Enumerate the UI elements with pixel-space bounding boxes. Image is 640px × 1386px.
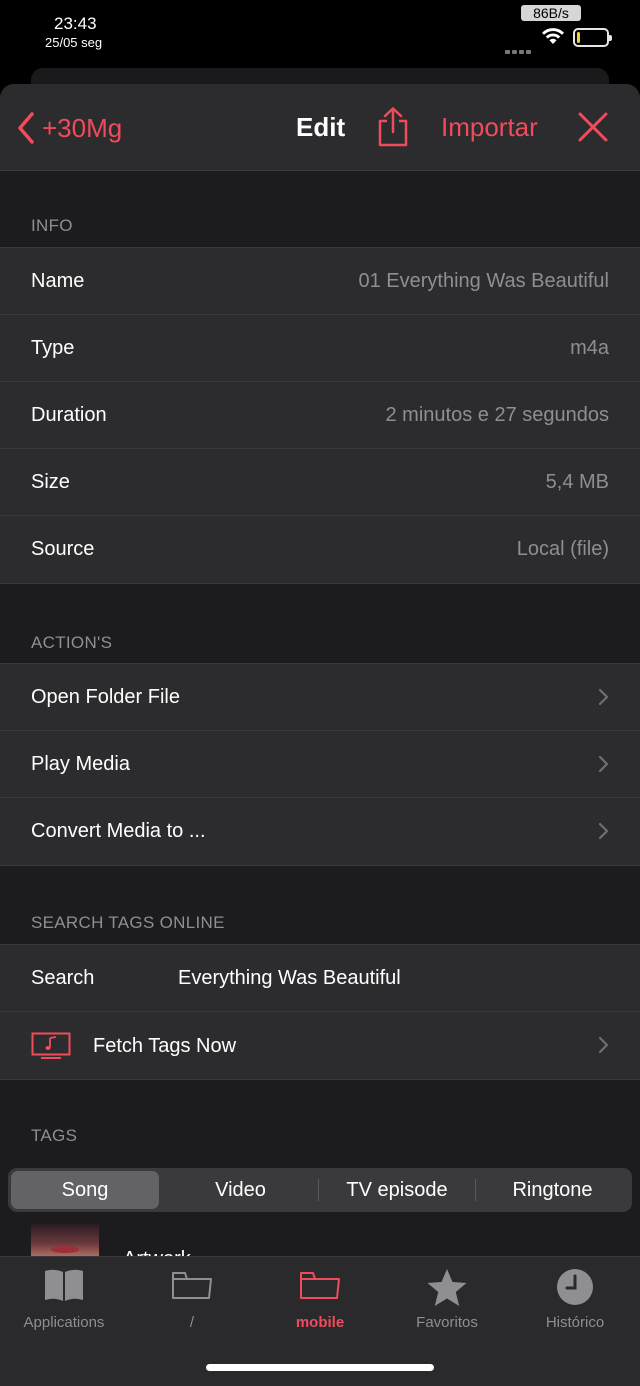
info-row-size: Size 5,4 MB	[0, 449, 640, 516]
signal-icon	[505, 41, 535, 54]
page-title: Edit	[296, 112, 346, 142]
edit-sheet: +30Mg Edit Importar INFO Name 01 Everyth…	[0, 84, 640, 1385]
tab-label: Histórico	[545, 1314, 605, 1331]
info-row-name: Name 01 Everything Was Beautiful	[0, 248, 640, 315]
status-date: 25/05 seg	[45, 35, 103, 50]
chevron-right-icon	[598, 1036, 609, 1054]
action-open-folder-file[interactable]: Open Folder File	[0, 664, 640, 731]
row-value: Local (file)	[516, 538, 609, 560]
action-play-media[interactable]: Play Media	[0, 731, 640, 798]
tab-label: Applications	[23, 1314, 105, 1331]
section-header-info: INFO	[31, 216, 73, 235]
tags-segmented-control: Song Video TV episode Ringtone	[8, 1168, 632, 1212]
row-label: Open Folder File	[31, 686, 180, 708]
share-icon[interactable]	[375, 106, 411, 148]
section-header-actions: ACTION'S	[31, 633, 113, 652]
tab-label: Favoritos	[416, 1314, 478, 1331]
navigation-bar: +30Mg Edit Importar	[0, 84, 640, 171]
chevron-right-icon	[598, 755, 609, 773]
search-tags-group: Search Everything Was Beautiful Fetch Ta…	[0, 944, 640, 1080]
back-button[interactable]: +30Mg	[16, 108, 122, 148]
artwork-row[interactable]: Artwork	[0, 1220, 640, 1270]
segment-tv-episode[interactable]: TV episode	[319, 1168, 475, 1212]
row-label: Source	[31, 538, 95, 560]
wifi-icon	[542, 28, 564, 44]
row-label: Convert Media to ...	[31, 820, 206, 842]
row-label: Type	[31, 337, 75, 359]
home-indicator[interactable]	[206, 1364, 434, 1371]
fetch-tags-label: Fetch Tags Now	[93, 1035, 237, 1057]
info-group: Name 01 Everything Was Beautiful Type m4…	[0, 247, 640, 584]
actions-group: Open Folder File Play Media Convert Medi…	[0, 663, 640, 866]
network-speed-badge: 86B/s	[521, 5, 581, 21]
status-time: 23:43	[54, 14, 97, 33]
row-label: Duration	[31, 404, 107, 426]
row-label: Size	[31, 471, 70, 493]
info-row-source: Source Local (file)	[0, 516, 640, 583]
info-row-duration: Duration 2 minutos e 27 segundos	[0, 382, 640, 449]
tab-label: mobile	[295, 1314, 345, 1331]
status-bar: 23:43 25/05 seg 86B/s	[0, 0, 640, 70]
tab-label: /	[189, 1314, 195, 1331]
segment-song[interactable]: Song	[11, 1171, 159, 1209]
close-icon[interactable]	[576, 110, 610, 144]
search-row[interactable]: Search Everything Was Beautiful	[0, 945, 640, 1012]
clock-icon	[557, 1269, 593, 1305]
fetch-tags-button[interactable]: Fetch Tags Now	[0, 1012, 640, 1079]
segment-video[interactable]: Video	[163, 1168, 318, 1212]
action-convert-media[interactable]: Convert Media to ...	[0, 798, 640, 865]
artwork-thumbnail	[31, 1224, 99, 1260]
row-label: Name	[31, 270, 85, 292]
row-value: 01 Everything Was Beautiful	[358, 270, 610, 292]
import-button[interactable]: Importar	[441, 112, 538, 143]
folder-icon	[300, 1272, 340, 1299]
section-header-tags: TAGS	[31, 1126, 78, 1145]
segment-ringtone[interactable]: Ringtone	[476, 1168, 629, 1212]
info-row-type: Type m4a	[0, 315, 640, 382]
star-icon	[427, 1269, 467, 1306]
row-value: m4a	[570, 337, 609, 359]
chevron-right-icon	[598, 822, 609, 840]
music-monitor-icon	[31, 1032, 71, 1059]
back-button-label: +30Mg	[42, 112, 123, 143]
chevron-left-icon	[18, 112, 34, 144]
book-icon	[45, 1269, 83, 1301]
search-input[interactable]: Everything Was Beautiful	[178, 967, 401, 990]
section-header-search-tags: SEARCH TAGS ONLINE	[31, 913, 225, 932]
folder-icon	[172, 1272, 212, 1299]
row-value: 5,4 MB	[545, 471, 609, 493]
search-label: Search	[31, 967, 95, 989]
row-label: Play Media	[31, 753, 130, 775]
battery-icon	[573, 28, 612, 47]
chevron-right-icon	[598, 688, 609, 706]
row-value: 2 minutos e 27 segundos	[385, 404, 610, 426]
